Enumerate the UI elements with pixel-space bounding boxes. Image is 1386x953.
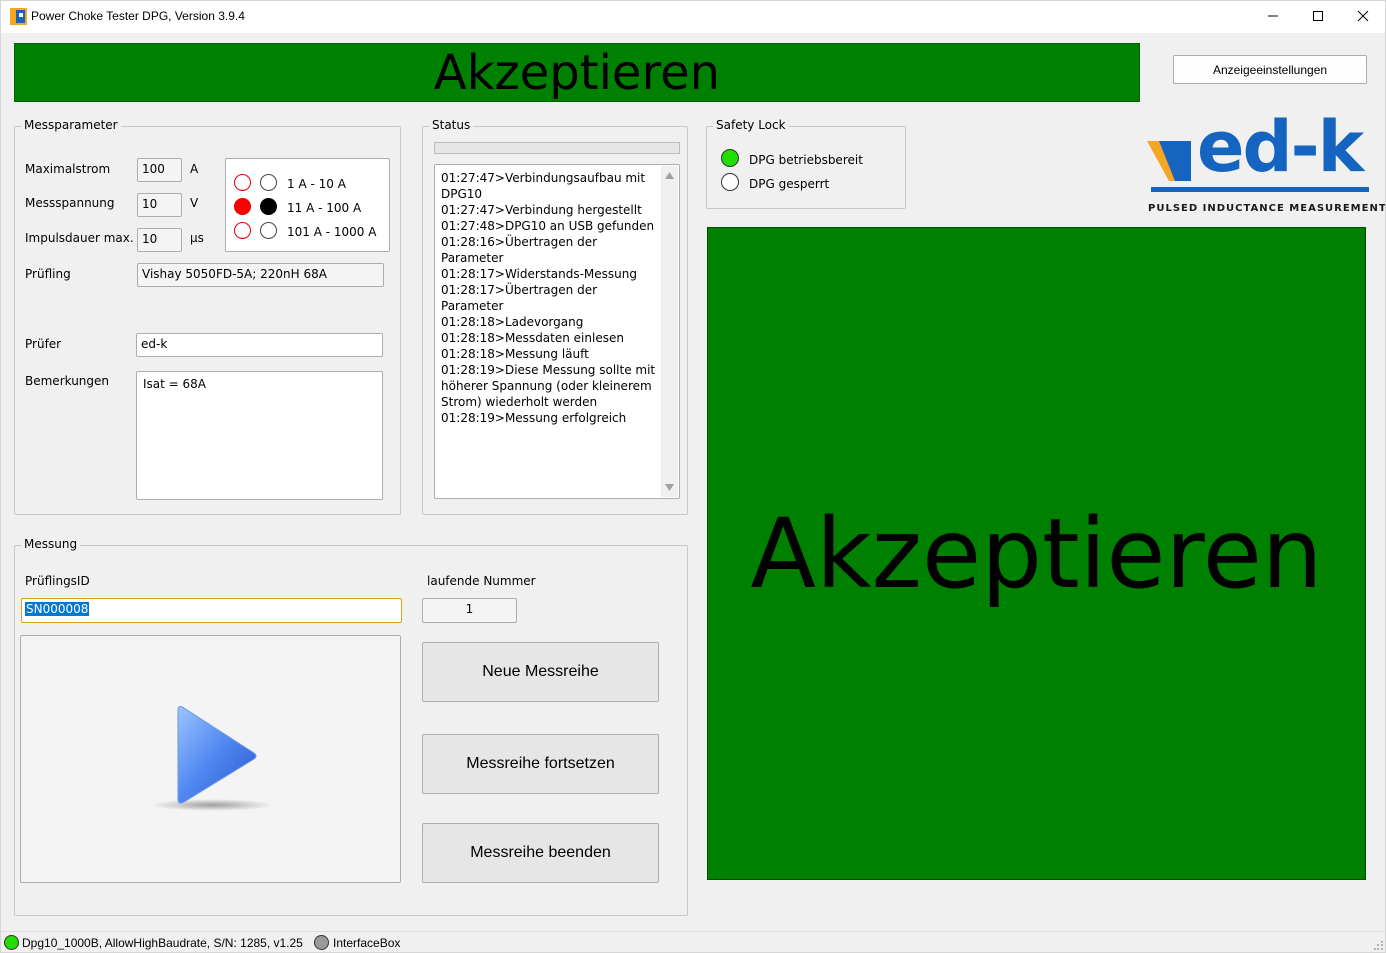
messung-legend: Messung [21, 537, 81, 551]
running-number-label: laufende Nummer [427, 574, 536, 588]
dpg-locked-led [721, 173, 739, 191]
range-3-auto-radio[interactable] [234, 222, 251, 239]
status-log[interactable]: 01:27:47>Verbindungsaufbau mit DPG10 01:2… [434, 164, 680, 499]
max-current-label: Maximalstrom [25, 162, 111, 176]
new-series-button[interactable]: Neue Messreihe [422, 642, 659, 702]
safety-lock-group: Safety Lock DPG betriebsbereit DPG gespe… [706, 118, 906, 209]
range-selector: 1 A - 10 A 11 A - 100 A 101 A - 1000 A [225, 158, 390, 252]
dut-id-label: PrüflingsID [25, 574, 90, 588]
status-log-line: 01:28:18>Messung läuft [441, 347, 589, 361]
result-banner: Akzeptieren [14, 43, 1140, 102]
range-1-label: 1 A - 10 A [287, 177, 346, 191]
maximize-button[interactable] [1295, 1, 1341, 31]
range-1-radio[interactable] [260, 174, 277, 191]
device-status-led [4, 935, 19, 950]
voltage-field[interactable]: 10 [137, 193, 182, 217]
maximize-icon [1313, 11, 1323, 21]
display-settings-button[interactable]: Anzeigeeinstellungen [1173, 55, 1367, 84]
company-logo: ed-k PULSED INDUCTANCE MEASUREMENT [1145, 107, 1385, 217]
messparameter-group: Messparameter Maximalstrom 100 A Messspa… [14, 118, 401, 515]
dut-id-value: SN000008 [25, 602, 90, 616]
tester-field[interactable]: ed-k [136, 333, 383, 357]
remarks-textarea[interactable]: Isat = 68A [136, 371, 383, 500]
resize-grip-icon[interactable] [1374, 941, 1384, 951]
voltage-label: Messspannung [25, 196, 115, 210]
status-legend: Status [429, 118, 474, 132]
interface-text: InterfaceBox [333, 936, 401, 950]
play-icon [150, 706, 274, 811]
range-2-radio[interactable] [260, 198, 277, 215]
window-title: Power Choke Tester DPG, Version 3.9.4 [31, 9, 245, 23]
result-panel-text: Akzeptieren [750, 497, 1323, 610]
status-log-line: 01:28:18>Ladevorgang [441, 315, 584, 329]
start-measurement-button[interactable] [20, 635, 401, 883]
title-bar: Power Choke Tester DPG, Version 3.9.4 [1, 1, 1385, 33]
status-progress-bar [434, 142, 680, 154]
logo-tagline: PULSED INDUCTANCE MEASUREMENT [1148, 203, 1386, 214]
tester-label: Prüfer [25, 337, 62, 351]
pulse-duration-label: Impulsdauer max. [25, 231, 134, 245]
range-2-auto-radio[interactable] [234, 198, 251, 215]
status-log-line: 01:28:19>Messung erfolgreich [441, 411, 627, 425]
minimize-icon [1268, 15, 1278, 17]
pulse-duration-field[interactable]: 10 [137, 228, 182, 252]
status-log-line: 01:28:17>Übertragen der Parameter [441, 283, 598, 313]
status-log-line: 01:27:47>Verbindung hergestellt [441, 203, 642, 217]
scroll-up-icon[interactable] [665, 172, 674, 179]
result-panel: Akzeptieren [707, 227, 1366, 880]
range-3-radio[interactable] [260, 222, 277, 239]
continue-series-button[interactable]: Messreihe fortsetzen [422, 734, 659, 794]
device-info-text: Dpg10_1000B, AllowHighBaudrate, S/N: 128… [22, 936, 303, 950]
safety-lock-legend: Safety Lock [713, 118, 789, 132]
content-area: Akzeptieren Anzeigeeinstellungen Messpar… [1, 33, 1385, 931]
scroll-down-icon[interactable] [665, 484, 674, 491]
range-3-label: 101 A - 1000 A [287, 225, 377, 239]
close-button[interactable] [1340, 1, 1385, 31]
app-icon [10, 8, 27, 25]
status-log-scrollbar[interactable] [661, 166, 678, 497]
result-banner-text: Akzeptieren [433, 44, 721, 101]
running-number-field[interactable]: 1 [422, 598, 517, 623]
interface-status-led [314, 935, 329, 950]
dut-label: Prüfling [25, 267, 71, 281]
messparameter-legend: Messparameter [21, 118, 121, 132]
status-log-line: 01:28:18>Messdaten einlesen [441, 331, 624, 345]
status-log-line: 01:27:47>Verbindungsaufbau mit DPG10 [441, 171, 646, 201]
status-log-lines: 01:27:47>Verbindungsaufbau mit DPG10 01:2… [441, 170, 661, 426]
voltage-unit: V [190, 196, 199, 210]
status-group: Status 01:27:47>Verbindungsaufbau mit DP… [422, 118, 688, 515]
logo-text: ed-k [1197, 106, 1364, 188]
pulse-duration-unit: µs [190, 231, 204, 245]
range-2-label: 11 A - 100 A [287, 201, 362, 215]
status-bar: Dpg10_1000B, AllowHighBaudrate, S/N: 128… [1, 931, 1385, 952]
status-log-line: 01:27:48>DPG10 an USB gefunden [441, 219, 655, 233]
status-log-line: 01:28:17>Widerstands-Messung [441, 267, 638, 281]
dpg-ready-label: DPG betriebsbereit [749, 153, 863, 167]
status-log-line: 01:28:19>Diese Messung sollte mit höhere… [441, 363, 656, 409]
dut-id-input[interactable]: SN000008 [21, 598, 402, 623]
end-series-button[interactable]: Messreihe beenden [422, 823, 659, 883]
max-current-unit: A [190, 162, 199, 176]
max-current-field[interactable]: 100 [137, 158, 182, 182]
dut-field[interactable]: Vishay 5050FD-5A; 220nH 68A [137, 263, 384, 287]
status-log-line: 01:28:16>Übertragen der Parameter [441, 235, 598, 265]
dpg-ready-led [721, 149, 739, 167]
close-icon [1357, 10, 1369, 22]
messung-group: Messung PrüflingsID SN000008 laufende Nu… [14, 537, 688, 916]
main-window: Power Choke Tester DPG, Version 3.9.4 Ak… [0, 0, 1386, 953]
range-1-auto-radio[interactable] [234, 174, 251, 191]
minimize-button[interactable] [1250, 1, 1296, 31]
remarks-label: Bemerkungen [25, 374, 110, 388]
dpg-locked-label: DPG gesperrt [749, 177, 830, 191]
